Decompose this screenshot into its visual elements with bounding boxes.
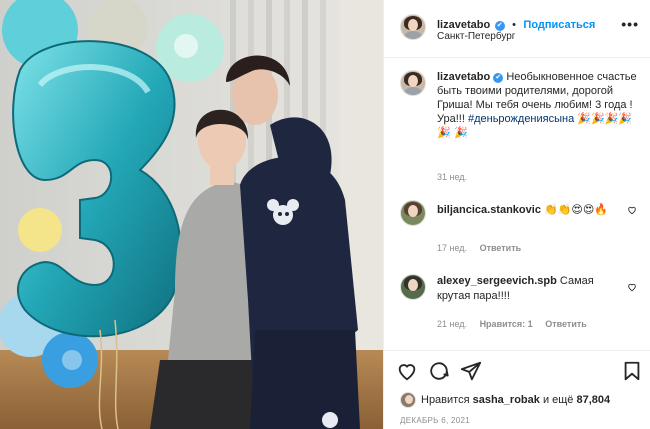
follow-button[interactable]: Подписаться: [523, 19, 595, 31]
comment-like-heart-icon[interactable]: [627, 282, 637, 292]
comment-meta: 17 нед. Ответить: [437, 243, 521, 253]
likes-count[interactable]: 87,804: [577, 394, 611, 406]
likes-middle: и ещё: [542, 394, 574, 406]
comment-likes-count[interactable]: Нравится: 1: [480, 319, 533, 329]
commenter-avatar[interactable]: [400, 274, 426, 300]
post-header: lizavetabo ✔ • Подписаться Санкт-Петербу…: [384, 0, 650, 58]
comment-username[interactable]: alexey_sergeevich.spb: [437, 275, 557, 287]
comment-body: biljancica.stankovic 👏👏😍😍🔥: [437, 202, 627, 218]
post-date[interactable]: ДЕКАБРЬ 6, 2021: [400, 416, 470, 425]
likes-summary: Нравится sasha_robak и ещё 87,804: [421, 394, 610, 406]
header-separator: •: [512, 19, 516, 31]
comment-time[interactable]: 17 нед.: [437, 243, 467, 253]
liker-avatar[interactable]: [400, 392, 416, 408]
comment-username[interactable]: biljancica.stankovic: [437, 204, 541, 216]
comment-icon[interactable]: [428, 360, 450, 382]
caption-username[interactable]: lizavetabo: [437, 71, 490, 83]
post-photo[interactable]: [0, 0, 383, 429]
comment-like-heart-icon[interactable]: [627, 205, 637, 215]
likes-prefix: Нравится: [421, 394, 470, 406]
caption-hashtag[interactable]: #деньрождениясына: [468, 113, 574, 125]
more-options-icon[interactable]: •••: [621, 16, 639, 32]
bookmark-icon[interactable]: [621, 360, 643, 382]
post-image-illustration: [0, 0, 383, 429]
post-actions-bar: [384, 350, 650, 386]
post-location[interactable]: Санкт-Петербург: [437, 31, 515, 42]
comment-time[interactable]: 21 нед.: [437, 319, 467, 329]
commenter-avatar[interactable]: [400, 200, 426, 226]
reply-button[interactable]: Ответить: [545, 319, 587, 329]
author-username[interactable]: lizavetabo: [437, 19, 490, 31]
comment-meta: 21 нед. Нравится: 1 Ответить: [437, 319, 587, 329]
caption-time[interactable]: 31 нед.: [437, 172, 467, 182]
post-details-panel: lizavetabo ✔ • Подписаться Санкт-Петербу…: [383, 0, 650, 429]
heart-icon[interactable]: [396, 360, 418, 382]
caption-avatar[interactable]: [400, 70, 426, 96]
reply-button[interactable]: Ответить: [480, 243, 522, 253]
share-icon[interactable]: [460, 360, 482, 382]
liker-username[interactable]: sasha_robak: [473, 394, 540, 406]
verified-badge-icon: ✔: [493, 73, 504, 83]
comment-text: 👏👏😍😍🔥: [544, 203, 609, 216]
verified-badge-icon: ✔: [494, 21, 505, 31]
comment-body: alexey_sergeevich.spb Самая крутая пара!…: [437, 274, 627, 304]
post-caption: lizavetabo ✔ Необыкновенное счастье быть…: [437, 70, 642, 140]
author-avatar[interactable]: [400, 14, 426, 40]
